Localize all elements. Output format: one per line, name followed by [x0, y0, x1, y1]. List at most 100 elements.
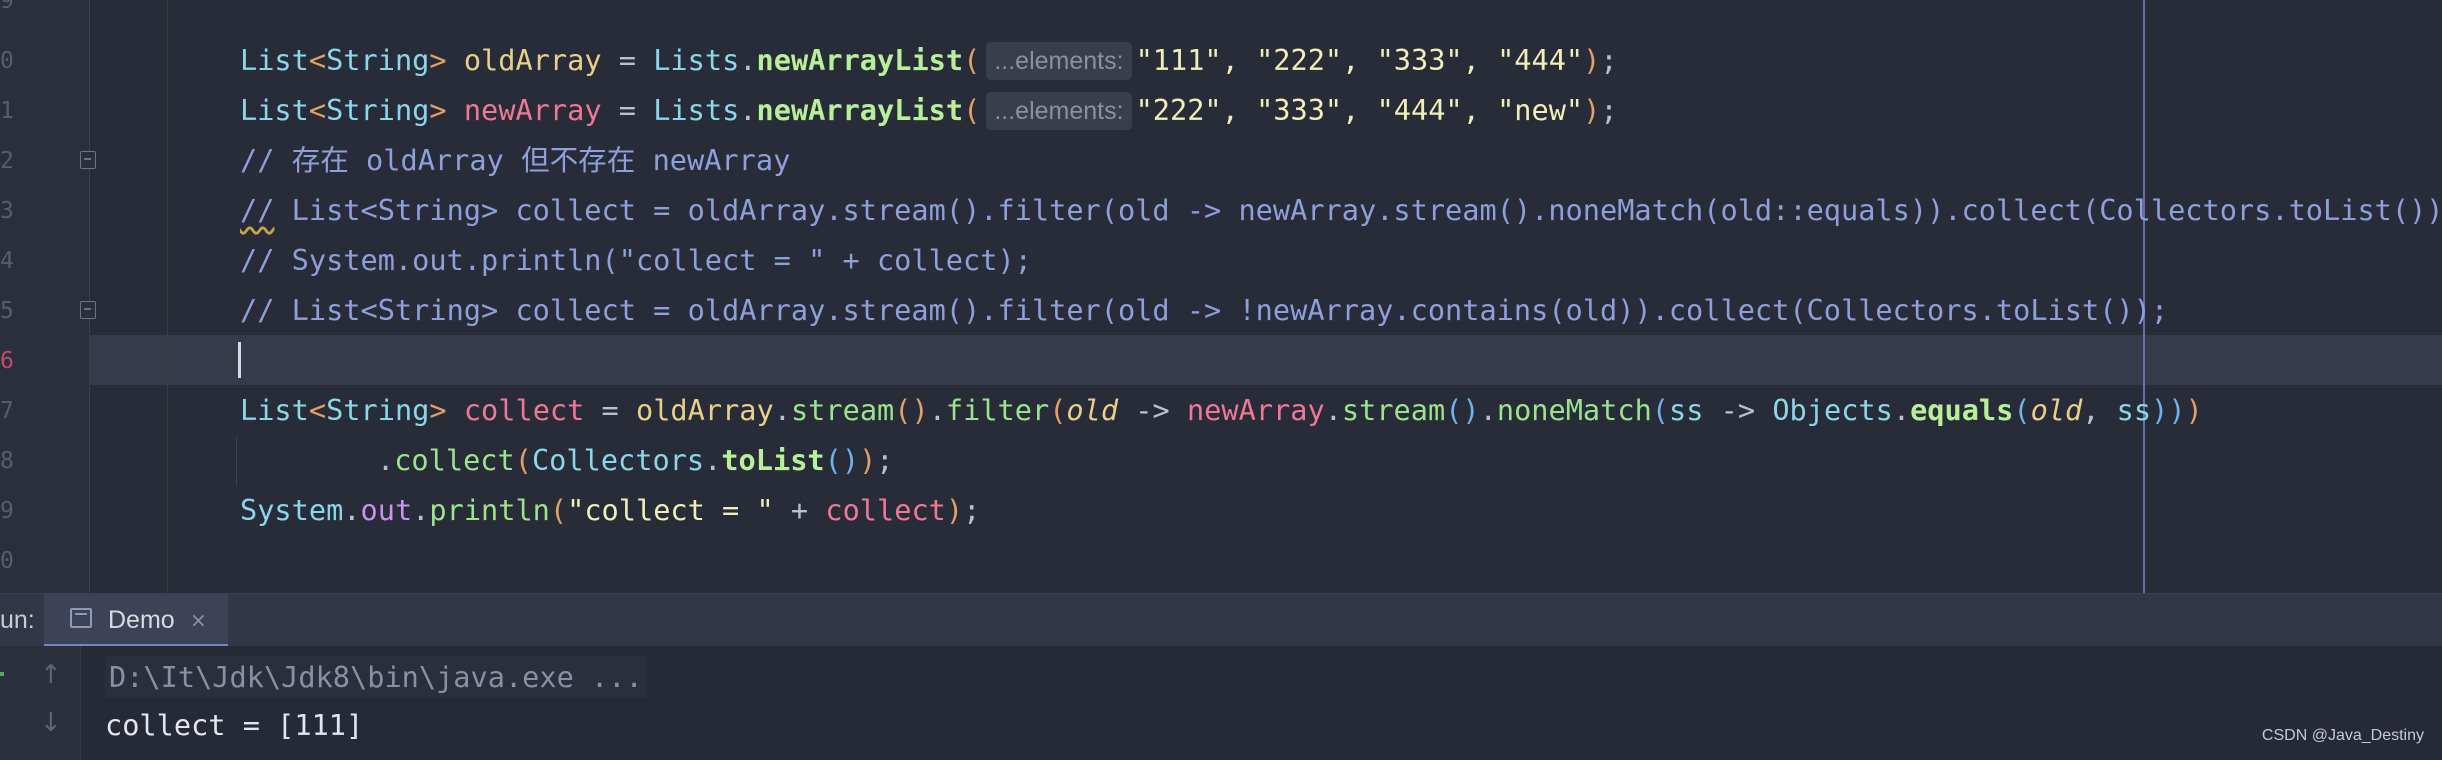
- token-lambda-param: ss: [1669, 393, 1704, 427]
- line-number: 9: [0, 498, 14, 524]
- token-method: equals: [1910, 393, 2014, 427]
- arrow-up-icon[interactable]: ↑: [40, 660, 62, 690]
- token-method: filter: [945, 393, 1050, 427]
- token-method: println: [429, 493, 550, 527]
- token-argument: ss: [2116, 393, 2152, 427]
- token-type: List: [240, 93, 309, 127]
- token-class: Lists: [653, 43, 740, 77]
- token-argument: old: [2030, 393, 2083, 427]
- code-line[interactable]: System.out.println("collect = " + collec…: [240, 485, 980, 535]
- token-method: stream: [790, 393, 895, 427]
- code-line[interactable]: List<String> collect = oldArray.stream()…: [240, 385, 2203, 435]
- token-dot: .: [343, 493, 361, 527]
- console-output: collect = [111]: [105, 708, 364, 742]
- token-string: "collect = ": [567, 493, 774, 527]
- comment-line[interactable]: // 存在 oldArray 但不存在 newArray: [240, 135, 790, 185]
- token-type: String: [326, 93, 430, 127]
- line-number: 9: [0, 0, 14, 14]
- fold-icon[interactable]: [80, 151, 96, 169]
- token-variable: collect: [463, 393, 585, 427]
- token-method: newArrayList: [756, 43, 964, 77]
- line-number: 5: [0, 298, 14, 324]
- token-paren: (): [824, 443, 860, 477]
- line-number-active: 6: [0, 348, 14, 374]
- token-semicolon: ;: [876, 443, 894, 477]
- token-dot: .: [1892, 393, 1911, 427]
- token-string: "222", "333", "444", "new": [1135, 93, 1584, 127]
- code-line[interactable]: List<String> oldArray = Lists.newArrayLi…: [240, 35, 1618, 85]
- close-icon[interactable]: ×: [190, 594, 207, 647]
- token-paren: ): [945, 493, 964, 527]
- token-class: Lists: [653, 93, 740, 127]
- token-paren: ): [2151, 393, 2169, 427]
- token-punc: >: [429, 93, 447, 127]
- console-icon: [70, 608, 92, 628]
- token-lambda-param: old: [1066, 393, 1119, 427]
- token-class: System: [240, 493, 344, 527]
- code-line[interactable]: .collect(Collectors.toList());: [377, 435, 894, 485]
- token-arrow: ->: [1118, 393, 1187, 427]
- token-paren: (: [549, 493, 568, 527]
- token-dot: .: [1324, 393, 1342, 427]
- token-comma: ,: [2082, 393, 2117, 427]
- token-dot: .: [377, 443, 395, 477]
- token-paren: ): [859, 443, 877, 477]
- run-console[interactable]: ↑ ↓ D:\It\Jdk\Jdk8\bin\java.exe ... coll…: [0, 646, 2442, 760]
- token-dot: .: [739, 43, 757, 77]
- token-method: noneMatch: [1496, 393, 1652, 427]
- arrow-down-icon[interactable]: ↓: [40, 708, 62, 738]
- token-paren: ): [1583, 93, 1601, 127]
- token-dot: .: [412, 493, 430, 527]
- token-op: =: [584, 393, 636, 427]
- token-paren: (: [963, 93, 981, 127]
- line-number: 8: [0, 448, 14, 474]
- line-number: 4: [0, 248, 14, 274]
- indent-guide: [236, 437, 237, 485]
- code-line[interactable]: List<String> newArray = Lists.newArrayLi…: [240, 85, 1618, 135]
- token-paren: (: [514, 443, 532, 477]
- token-variable: oldArray: [463, 43, 602, 77]
- token-dot: .: [704, 443, 722, 477]
- text-caret: [238, 342, 241, 378]
- token-paren: ): [1583, 43, 1601, 77]
- token-variable: oldArray: [636, 393, 774, 427]
- line-number: 2: [0, 148, 14, 174]
- token-semicolon: ;: [963, 493, 981, 527]
- token-paren: (: [1651, 393, 1670, 427]
- token-punc: <: [308, 93, 327, 127]
- comment-line[interactable]: // System.out.println("collect = " + col…: [240, 235, 1032, 285]
- line-number: 1: [0, 98, 14, 124]
- run-tab-label: Demo: [108, 606, 175, 634]
- token-variable: newArray: [463, 93, 602, 127]
- comment-text: List<String> collect = oldArray.stream()…: [274, 193, 2442, 227]
- rerun-indicator[interactable]: [0, 672, 4, 676]
- token-class: Collectors: [531, 443, 705, 477]
- comment-line[interactable]: // List<String> collect = oldArray.strea…: [240, 185, 2442, 235]
- comment-line[interactable]: // List<String> collect = oldArray.strea…: [240, 285, 2168, 335]
- token-punc: >: [429, 393, 447, 427]
- token-type: List: [240, 43, 309, 77]
- line-number: 3: [0, 198, 14, 224]
- run-tab-demo[interactable]: Demo ×: [44, 594, 228, 647]
- parameter-hint: ...elements:: [986, 92, 1132, 130]
- run-tool-window-header: un: Demo ×: [0, 593, 2442, 647]
- token-method: toList: [721, 443, 825, 477]
- code-editor[interactable]: 9 0 1 2 3 4 5 6 7 8 9 0 List<String> old…: [0, 0, 2442, 593]
- current-line-highlight: [0, 335, 2442, 385]
- token-type: List: [240, 393, 309, 427]
- token-paren: (: [2013, 393, 2031, 427]
- token-arrow: ->: [1703, 393, 1773, 427]
- token-method: collect: [394, 443, 515, 477]
- token-paren: (): [1445, 393, 1480, 427]
- token-op: =: [601, 43, 654, 77]
- token-semicolon: ;: [1600, 93, 1618, 127]
- token-paren: (: [963, 43, 981, 77]
- token-paren: (): [894, 393, 929, 427]
- token-variable: collect: [825, 493, 946, 527]
- parameter-hint: ...elements:: [986, 42, 1132, 80]
- token-op: +: [773, 493, 826, 527]
- fold-icon[interactable]: [80, 301, 96, 319]
- token-method: newArrayList: [756, 93, 964, 127]
- token-paren: ): [2168, 393, 2186, 427]
- console-toolbar: ↑ ↓: [0, 646, 81, 760]
